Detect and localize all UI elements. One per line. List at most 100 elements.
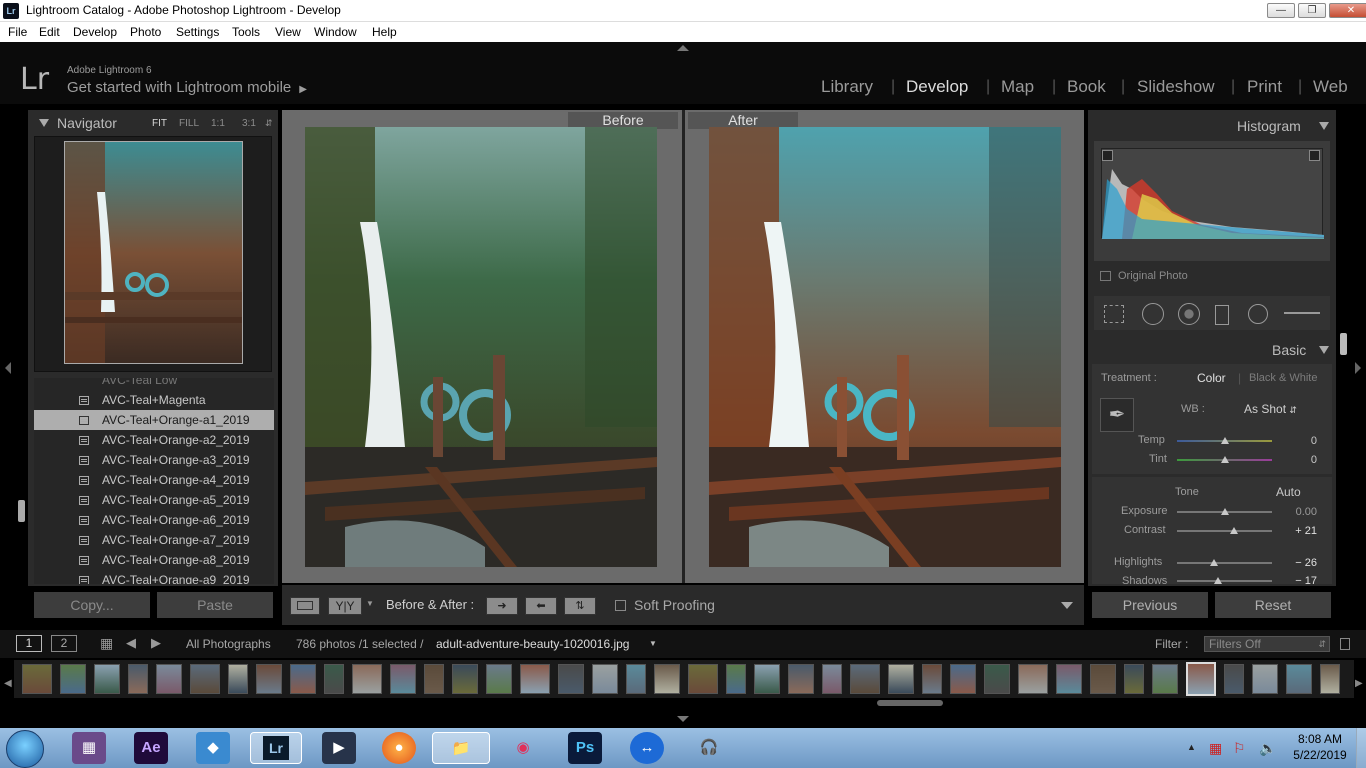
filmstrip-thumbnail[interactable] bbox=[726, 664, 746, 694]
highlights-value[interactable]: − 26 bbox=[1277, 557, 1317, 569]
volume-icon[interactable]: 🔈 bbox=[1259, 740, 1276, 757]
view-mode-dropdown-icon[interactable]: ▼ bbox=[366, 599, 374, 608]
filter-select[interactable]: Filters Off ⇵ bbox=[1204, 636, 1330, 652]
adjustment-brush-icon[interactable] bbox=[1284, 312, 1320, 314]
list-item[interactable]: AVC-Teal+Orange-a9_2019 bbox=[34, 570, 274, 584]
navigator-preview-image[interactable] bbox=[64, 141, 243, 364]
left-panel-scrollbar[interactable] bbox=[18, 500, 25, 522]
filmstrip-thumbnail[interactable] bbox=[94, 664, 120, 694]
wb-select[interactable]: As Shot ⇵ bbox=[1244, 402, 1297, 416]
filmstrip-thumbnail[interactable] bbox=[626, 664, 646, 694]
filmstrip-thumbnail[interactable] bbox=[1252, 664, 1278, 694]
filename-dropdown-icon[interactable]: ▼ bbox=[649, 639, 657, 648]
histogram-collapse-icon[interactable] bbox=[1319, 122, 1329, 130]
filmstrip-thumbnail[interactable] bbox=[256, 664, 282, 694]
soft-proofing-checkbox[interactable] bbox=[615, 600, 626, 611]
filmstrip-thumbnail[interactable] bbox=[788, 664, 814, 694]
collapse-right-arrow-icon[interactable] bbox=[1355, 362, 1361, 374]
zoom-fill[interactable]: FILL bbox=[179, 118, 199, 129]
swap-before-after-button[interactable]: ⇅ bbox=[564, 597, 596, 615]
filter-lock-icon[interactable] bbox=[1340, 638, 1350, 650]
contrast-slider-thumb[interactable] bbox=[1230, 527, 1238, 534]
exposure-value[interactable]: 0.00 bbox=[1277, 506, 1317, 518]
filmstrip-thumbnail[interactable] bbox=[156, 664, 182, 694]
filmstrip-thumbnail[interactable] bbox=[228, 664, 248, 694]
filmstrip-thumbnail[interactable] bbox=[654, 664, 680, 694]
module-library[interactable]: Library bbox=[821, 77, 873, 97]
secondary-window-button[interactable]: 2 bbox=[51, 635, 77, 652]
right-panel-scrollbar[interactable] bbox=[1340, 333, 1347, 355]
close-button[interactable]: ✕ bbox=[1329, 3, 1366, 18]
toolbar-options-dropdown-icon[interactable] bbox=[1061, 602, 1073, 609]
list-item[interactable]: AVC-Teal+Orange-a6_2019 bbox=[34, 510, 274, 530]
shadows-slider-track[interactable] bbox=[1177, 580, 1272, 582]
list-item[interactable]: AVC-Teal+Orange-a4_2019 bbox=[34, 470, 274, 490]
shadow-clipping-icon[interactable] bbox=[1102, 150, 1113, 161]
radial-filter-icon[interactable] bbox=[1248, 304, 1268, 324]
list-item[interactable]: AVC-Teal Low bbox=[34, 378, 274, 390]
mobile-promo-link[interactable]: Get started with Lightroom mobile ▶ bbox=[67, 79, 307, 96]
menu-tools[interactable]: Tools bbox=[232, 25, 260, 39]
action-center-icon[interactable]: ⚐ bbox=[1233, 740, 1246, 757]
list-item[interactable]: AVC-Teal+Orange-a3_2019 bbox=[34, 450, 274, 470]
module-develop[interactable]: Develop bbox=[906, 77, 968, 97]
list-item[interactable]: AVC-Teal+Orange-a7_2019 bbox=[34, 530, 274, 550]
previous-button[interactable]: Previous bbox=[1092, 592, 1208, 618]
after-effects-icon[interactable]: Ae bbox=[134, 732, 168, 764]
highlight-clipping-icon[interactable] bbox=[1309, 150, 1320, 161]
zoom-1-1[interactable]: 1:1 bbox=[211, 118, 225, 129]
filmstrip-thumbnail[interactable] bbox=[1018, 664, 1048, 694]
filmstrip-thumbnail[interactable] bbox=[1320, 664, 1340, 694]
filmstrip-thumbnail[interactable] bbox=[1090, 664, 1116, 694]
treatment-color-option[interactable]: Color bbox=[1197, 371, 1226, 385]
teamviewer-icon[interactable]: ↔ bbox=[630, 732, 664, 764]
copy-before-to-after-button[interactable]: ➜ bbox=[486, 597, 518, 615]
filmstrip-thumbnail[interactable] bbox=[1152, 664, 1178, 694]
filmstrip-thumbnail[interactable] bbox=[390, 664, 416, 694]
copy-button[interactable]: Copy... bbox=[34, 592, 150, 618]
menu-photo[interactable]: Photo bbox=[130, 25, 161, 39]
after-image[interactable] bbox=[709, 127, 1061, 567]
list-item[interactable]: AVC-Teal+Orange-a5_2019 bbox=[34, 490, 274, 510]
highlights-slider-thumb[interactable] bbox=[1210, 559, 1218, 566]
zoom-3-1[interactable]: 3:1 bbox=[242, 118, 256, 129]
collapse-bottom-arrow-icon[interactable] bbox=[677, 716, 689, 722]
tint-slider-thumb[interactable] bbox=[1221, 456, 1229, 463]
highlights-slider-track[interactable] bbox=[1177, 562, 1272, 564]
histogram-plot[interactable] bbox=[1101, 148, 1324, 239]
tray-expand-icon[interactable]: ▲ bbox=[1187, 742, 1196, 752]
module-book[interactable]: Book bbox=[1067, 77, 1106, 97]
treatment-bw-option[interactable]: Black & White bbox=[1249, 372, 1317, 384]
restore-button[interactable]: ❐ bbox=[1298, 3, 1326, 18]
module-print[interactable]: Print bbox=[1247, 77, 1282, 97]
tint-value[interactable]: 0 bbox=[1277, 454, 1317, 466]
filmstrip-thumbnail[interactable] bbox=[290, 664, 316, 694]
filmstrip-thumbnail[interactable] bbox=[1124, 664, 1144, 694]
paste-button[interactable]: Paste bbox=[157, 592, 273, 618]
primary-window-button[interactable]: 1 bbox=[16, 635, 42, 652]
audacity-icon[interactable]: 🎧 bbox=[692, 732, 726, 764]
screen-recorder-icon[interactable]: ◉ bbox=[506, 732, 540, 764]
crop-tool-icon[interactable] bbox=[1104, 305, 1124, 323]
file-explorer-icon[interactable]: 📁 bbox=[432, 732, 490, 764]
video-editor-icon[interactable]: ▦ bbox=[72, 732, 106, 764]
filmstrip-thumbnail[interactable] bbox=[190, 664, 220, 694]
filmstrip-right-arrow-icon[interactable]: ▶ bbox=[1355, 678, 1363, 689]
menu-develop[interactable]: Develop bbox=[73, 25, 117, 39]
show-desktop-button[interactable] bbox=[1356, 728, 1366, 768]
filmstrip-thumbnail[interactable] bbox=[424, 664, 444, 694]
before-image[interactable] bbox=[305, 127, 657, 567]
filmstrip-left-arrow-icon[interactable]: ◀ bbox=[4, 678, 12, 689]
filmstrip-scrollbar[interactable] bbox=[877, 700, 943, 706]
filmstrip-thumbnail[interactable] bbox=[984, 664, 1010, 694]
list-item-selected[interactable]: AVC-Teal+Orange-a1_2019 bbox=[34, 410, 274, 430]
auto-tone-button[interactable]: Auto bbox=[1276, 485, 1301, 499]
filmstrip-thumbnail[interactable] bbox=[1224, 664, 1244, 694]
graduated-filter-icon[interactable] bbox=[1215, 305, 1229, 325]
filmstrip-thumbnail[interactable] bbox=[558, 664, 584, 694]
menu-help[interactable]: Help bbox=[372, 25, 397, 39]
app-diamond-icon[interactable]: ◆ bbox=[196, 732, 230, 764]
forward-arrow-icon[interactable]: ▶ bbox=[151, 635, 161, 651]
list-item[interactable]: AVC-Teal+Magenta bbox=[34, 390, 274, 410]
loupe-view-button[interactable] bbox=[290, 597, 320, 615]
